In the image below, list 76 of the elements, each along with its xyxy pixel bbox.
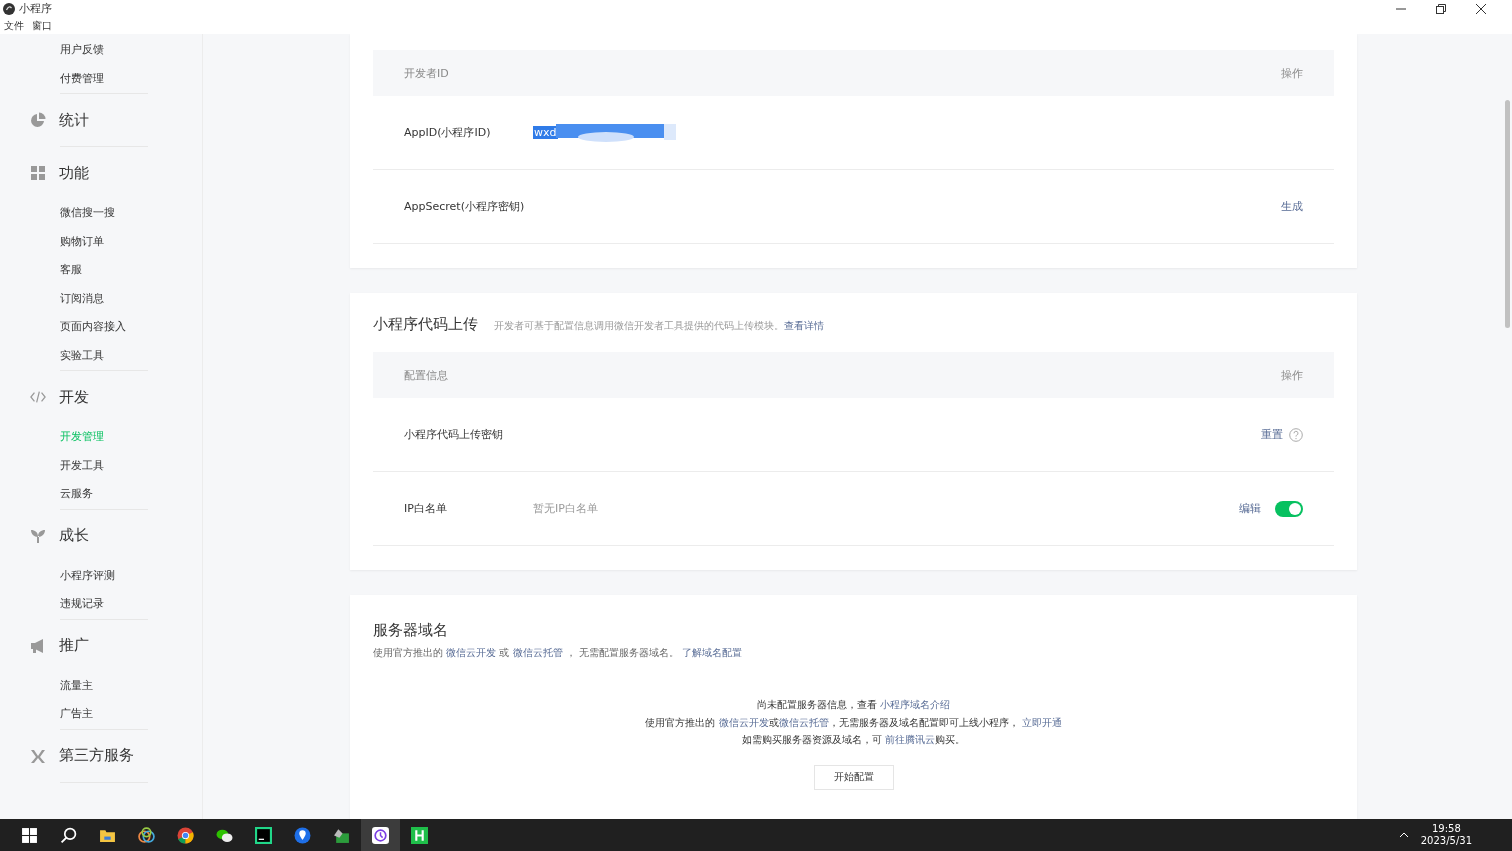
code-icon — [30, 389, 46, 405]
sidebar-section-title[interactable]: 开发 — [59, 387, 89, 407]
sidebar-item[interactable]: 广告主 — [0, 700, 97, 729]
text-link[interactable]: 微信云开发 — [446, 647, 497, 658]
sidebar-section-title[interactable]: 统计 — [59, 110, 89, 130]
sidebar-section-title[interactable]: 功能 — [59, 163, 89, 183]
sidebar-item[interactable]: 订阅消息 — [0, 284, 108, 313]
section-description: 开发者可基于配置信息调用微信开发者工具提供的代码上传模块。查看详情 — [494, 319, 824, 333]
info-text: 如需购买服务器资源及域名，可 前往腾讯云购买。 — [741, 733, 966, 747]
sidebar-section-title[interactable]: 推广 — [59, 636, 89, 655]
empty-value-text: 暂无IP白名单 — [533, 501, 598, 516]
section-title: 服务器域名 — [373, 621, 449, 640]
sidebar-item[interactable]: 小程序评测 — [0, 561, 119, 590]
sidebar-section-title[interactable]: 成长 — [59, 526, 89, 545]
column-header: 开发者ID — [404, 65, 449, 81]
sidebar-item[interactable]: 开发工具 — [0, 451, 108, 480]
sidebar-item[interactable]: 客服 — [0, 256, 86, 285]
action-link[interactable]: 重置 — [1261, 427, 1283, 442]
close-icon[interactable] — [1476, 3, 1486, 14]
window-title: 小程序 — [19, 1, 52, 16]
sidebar-section-title[interactable]: 第三方服务 — [59, 746, 134, 765]
sidebar-item[interactable]: 付费管理 — [0, 64, 108, 93]
column-header: 配置信息 — [404, 367, 448, 383]
sidebar-item[interactable]: 实验工具 — [0, 341, 108, 370]
ide-icon[interactable] — [255, 826, 272, 844]
pie-chart-icon — [30, 112, 46, 128]
column-header: 操作 — [1281, 367, 1303, 383]
app-icon[interactable] — [333, 826, 350, 844]
devtools-icon[interactable] — [372, 826, 389, 844]
service-icon — [30, 747, 46, 764]
row-label: 小程序代码上传密钥 — [404, 427, 504, 442]
toggle-switch[interactable] — [1275, 500, 1303, 517]
details-link[interactable]: 查看详情 — [784, 320, 824, 331]
section-description: 使用官方推出的 微信云开发 或 微信云托管 ， 无需配置服务器域名。 了解域名配置 — [373, 646, 744, 660]
text-link[interactable]: 了解域名配置 — [682, 647, 743, 658]
menu-item[interactable]: 窗口 — [32, 18, 52, 33]
map-pin-icon[interactable] — [294, 826, 311, 844]
text-link[interactable]: 微信云托管 — [778, 716, 829, 728]
sidebar-item[interactable]: 用户反馈 — [0, 36, 108, 65]
sprout-icon — [30, 527, 46, 544]
info-text: 尚未配置服务器信息，查看 小程序域名介绍 — [756, 698, 951, 712]
text-link[interactable]: 立即开通 — [1021, 716, 1062, 728]
browser-icon[interactable] — [177, 826, 194, 844]
clock-time[interactable]: 19:58 — [1431, 823, 1461, 835]
megaphone-icon — [30, 637, 46, 654]
sidebar-item[interactable]: 页面内容接入 — [0, 313, 130, 342]
clock-date[interactable]: 2023/5/31 — [1420, 835, 1472, 847]
grid-icon — [30, 165, 46, 181]
app-icon[interactable] — [138, 826, 155, 844]
app-icon[interactable] — [411, 826, 428, 844]
text-link[interactable]: 小程序域名介绍 — [880, 699, 951, 710]
windows-start-icon[interactable] — [21, 826, 38, 844]
section-title: 小程序代码上传 — [373, 315, 478, 334]
text-link[interactable]: 微信云开发 — [718, 716, 769, 728]
menu-item[interactable]: 文件 — [4, 18, 24, 33]
sidebar-item[interactable]: 购物订单 — [0, 227, 108, 256]
row-label: AppID(小程序ID) — [404, 125, 492, 140]
app-id-value: wxd — [533, 126, 558, 139]
text-link[interactable]: 微信云托管 — [512, 647, 563, 658]
row-label: IP白名单 — [404, 501, 448, 516]
chevron-up-icon[interactable] — [1398, 832, 1409, 838]
info-text: 使用官方推出的 微信云开发或微信云托管，无需服务器及域名配置即可上线小程序， 立即开通 — [645, 715, 1062, 730]
action-link[interactable]: 生成 — [1281, 199, 1303, 214]
sidebar-item[interactable]: 云服务 — [0, 480, 97, 509]
sidebar-item[interactable]: 微信搜一搜 — [0, 199, 119, 228]
sidebar-item[interactable]: 违规记录 — [0, 590, 108, 619]
restore-icon[interactable] — [1436, 3, 1446, 14]
column-header: 操作 — [1281, 65, 1303, 81]
app-logo-icon — [3, 2, 15, 15]
action-link[interactable]: 编辑 — [1239, 501, 1261, 516]
start-config-button[interactable]: 开始配置 — [813, 764, 894, 790]
sidebar-item[interactable]: 流量主 — [0, 671, 97, 700]
search-icon[interactable] — [60, 826, 77, 844]
row-label: AppSecret(小程序密钥) — [404, 199, 526, 214]
scrollbar-thumb[interactable] — [1505, 100, 1510, 328]
text-link[interactable]: 前往腾讯云 — [885, 734, 936, 745]
